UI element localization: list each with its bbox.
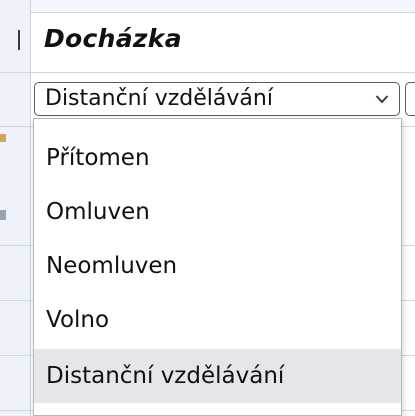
- attendance-select[interactable]: Distanční vzdělávání: [34, 82, 400, 116]
- option-volno[interactable]: Volno: [34, 293, 401, 347]
- table-row-divider: [0, 72, 415, 73]
- option-distancni-vzdelavani[interactable]: Distanční vzdělávání: [34, 349, 401, 403]
- option-pritomen[interactable]: Přítomen: [34, 131, 401, 185]
- row-header-column: [0, 0, 30, 416]
- adjacent-select[interactable]: [405, 82, 415, 116]
- row-marker: [0, 210, 6, 220]
- row-marker: [0, 134, 6, 142]
- table-header-strip: [31, 0, 415, 13]
- option-neomluven[interactable]: Neomluven: [34, 239, 401, 293]
- select-current-value: Distanční vzdělávání: [45, 86, 273, 111]
- attendance-dropdown: Přítomen Omluven Neomluven Volno Distanč…: [33, 118, 402, 416]
- chevron-down-icon: [375, 95, 389, 104]
- column-divider: [30, 0, 31, 416]
- cell-edge-glyph: [18, 30, 20, 50]
- option-omluven[interactable]: Omluven: [34, 185, 401, 239]
- attendance-column-title: Docházka: [44, 24, 182, 53]
